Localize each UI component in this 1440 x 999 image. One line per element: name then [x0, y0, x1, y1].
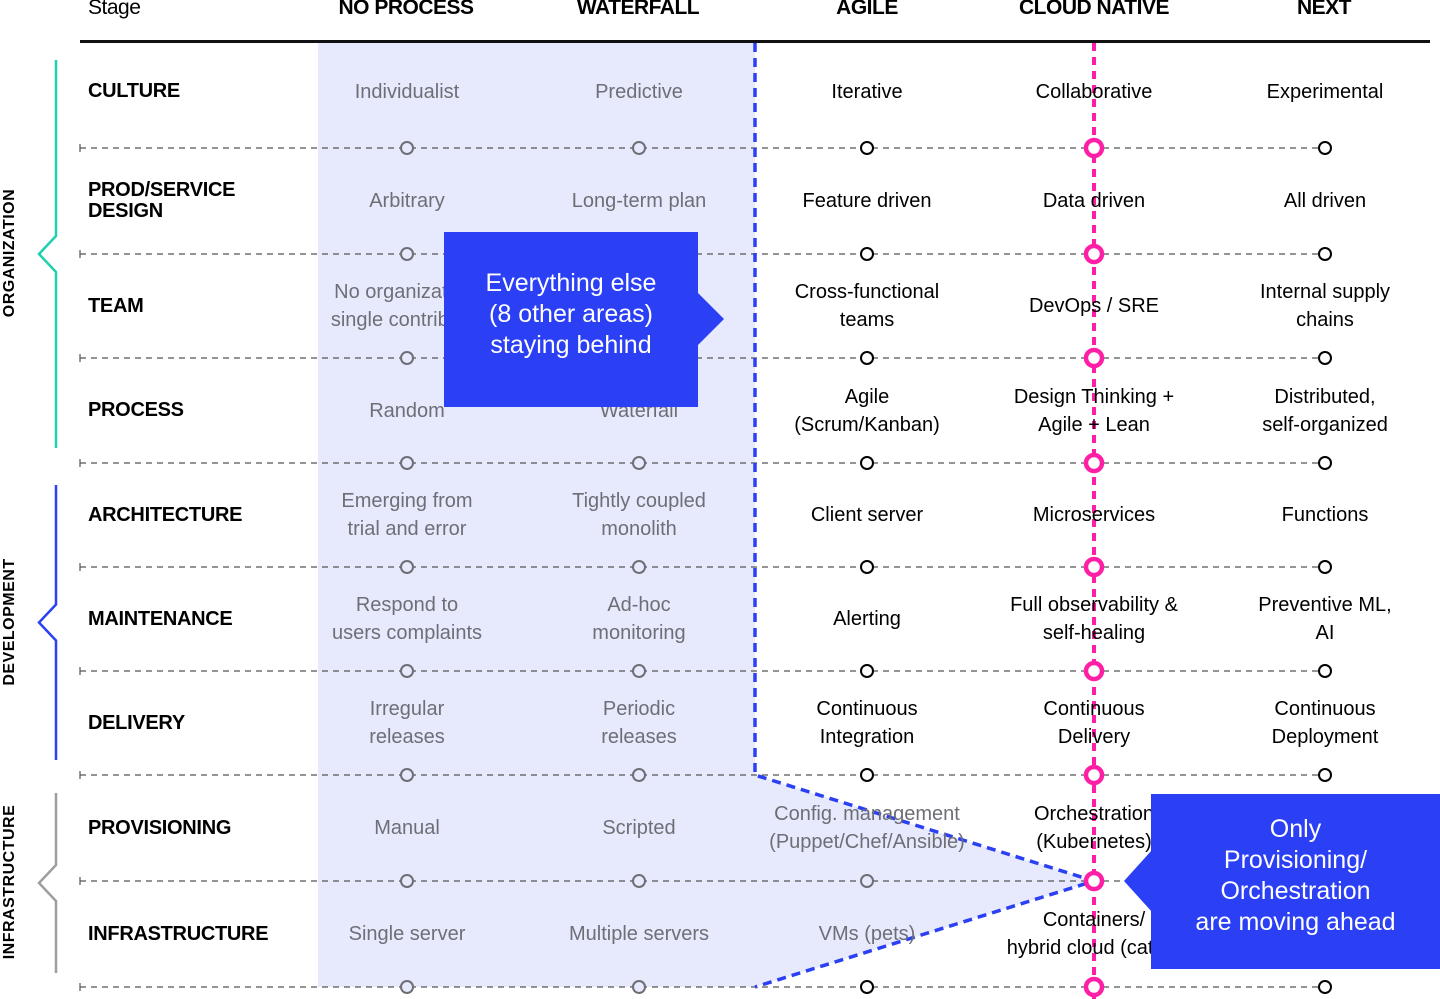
maturity-diagram: Stage NO PROCESS WATERFALL AGILE CLOUD N…: [0, 0, 1440, 999]
callout-ahead-pointer: [1124, 850, 1152, 912]
callout-arrows: [697, 292, 1152, 912]
callout-behind-pointer: [697, 292, 724, 346]
